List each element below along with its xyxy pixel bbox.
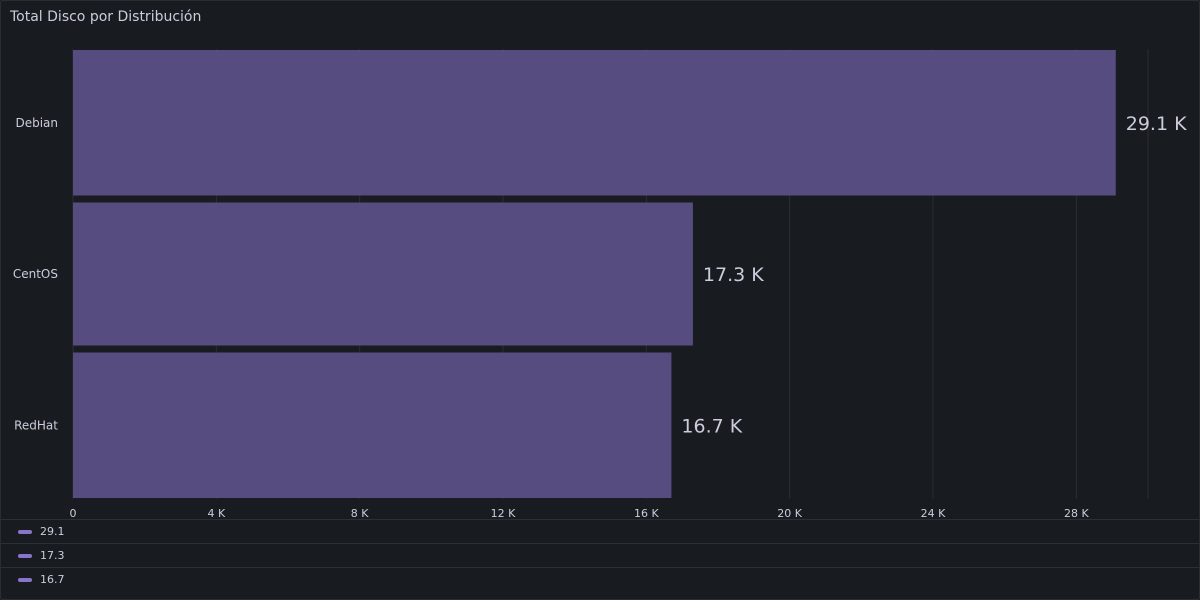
bar-chart: Debian 29.1 K CentOS 17.3 K RedHat 16.7 K 0 4 K… xyxy=(13,49,1187,519)
legend-swatch xyxy=(18,577,32,582)
legend-swatch xyxy=(18,553,32,558)
chart-legend: 29.1 17.3 16.7 xyxy=(1,519,1199,591)
x-tick-label: 20 K xyxy=(777,507,802,519)
x-tick-label: 4 K xyxy=(207,507,225,519)
y-tick-label: RedHat xyxy=(14,418,58,432)
legend-item[interactable]: 16.7 xyxy=(1,567,1199,591)
legend-item[interactable]: 29.1 xyxy=(1,519,1199,543)
y-tick-label: CentOS xyxy=(13,267,58,281)
x-tick-label: 16 K xyxy=(634,507,659,519)
data-label: 17.3 K xyxy=(703,264,764,286)
x-tick-label: 0 xyxy=(70,507,77,519)
x-tick-label: 8 K xyxy=(351,507,369,519)
x-tick-label: 12 K xyxy=(491,507,516,519)
data-label: 16.7 K xyxy=(681,415,742,437)
legend-label: 16.7 xyxy=(40,573,65,586)
legend-swatch xyxy=(18,529,32,534)
bar xyxy=(73,50,1116,196)
x-tick-label: 28 K xyxy=(1064,507,1089,519)
legend-label: 17.3 xyxy=(40,549,65,562)
chart-panel: Total Disco por Distribución Debian 29.1 … xyxy=(0,0,1200,600)
legend-item[interactable]: 17.3 xyxy=(1,543,1199,567)
bar xyxy=(73,202,693,346)
data-label: 29.1 K xyxy=(1126,113,1187,135)
x-tick-label: 24 K xyxy=(921,507,946,519)
y-tick-label: Debian xyxy=(15,116,58,130)
bar xyxy=(73,352,672,498)
legend-label: 29.1 xyxy=(40,525,65,538)
